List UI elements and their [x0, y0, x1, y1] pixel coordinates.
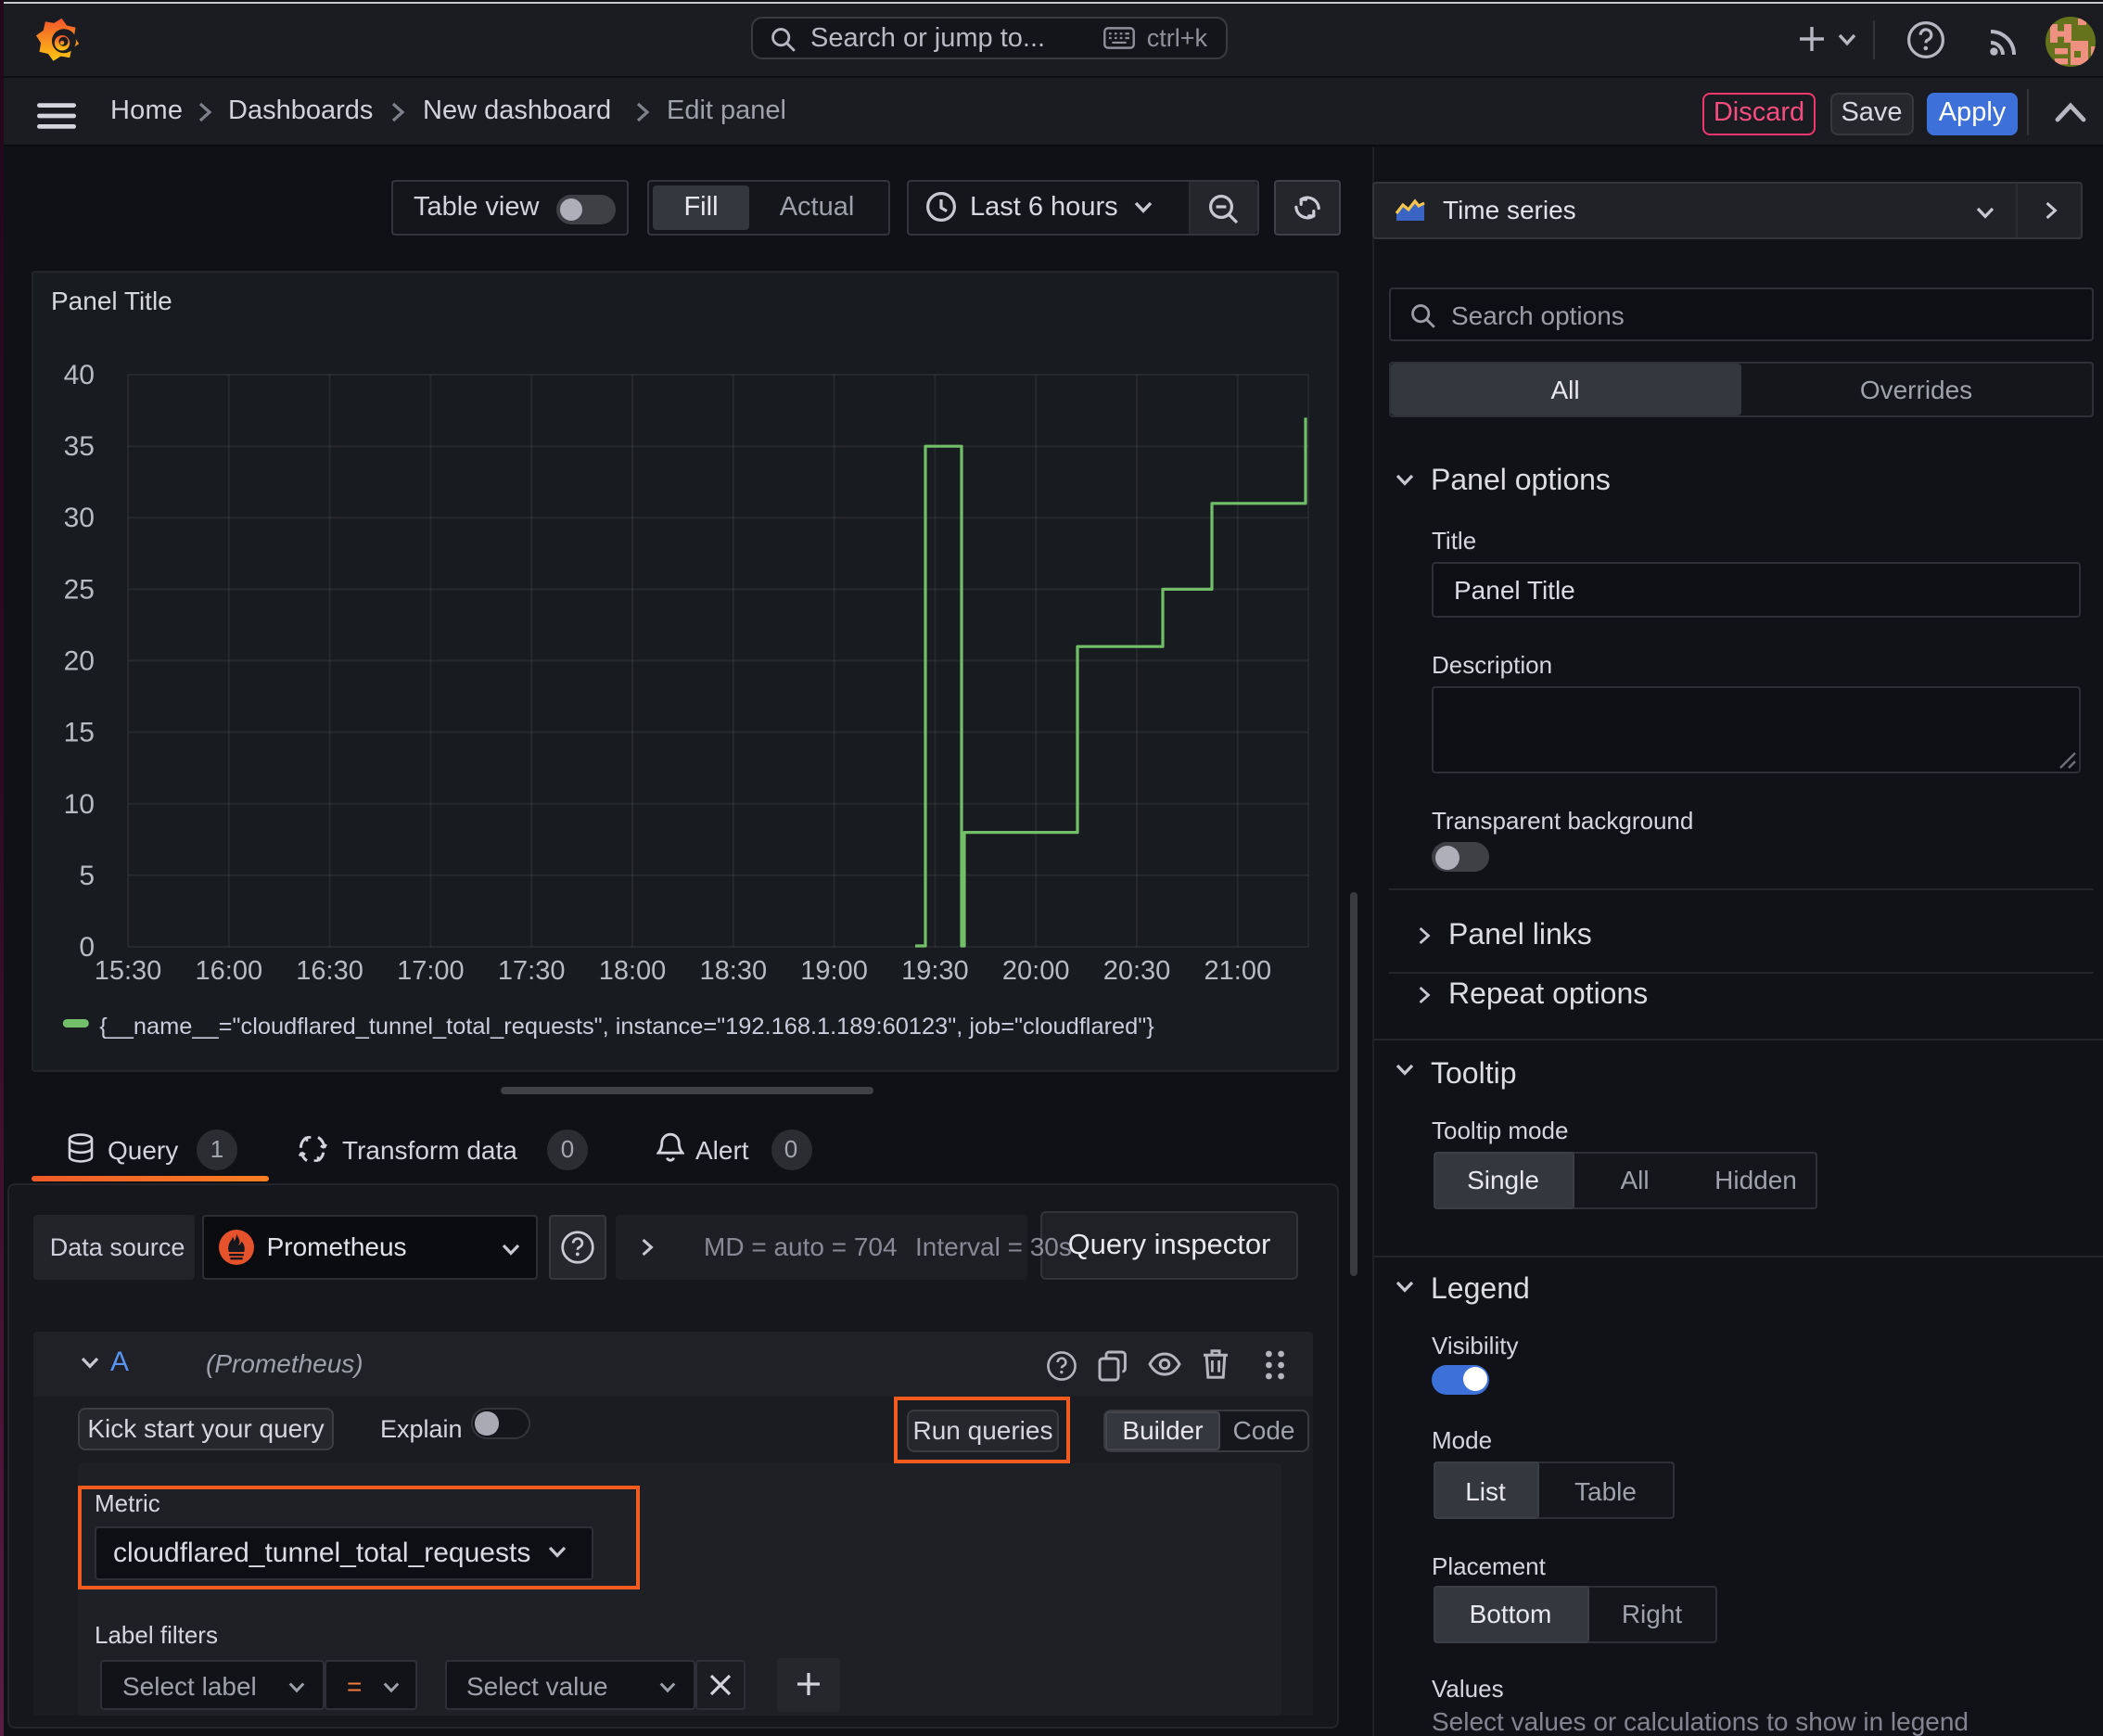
svg-text:19:30: 19:30 [900, 955, 968, 985]
svg-text:15:30: 15:30 [94, 955, 161, 985]
svg-text:20:00: 20:00 [1001, 955, 1069, 985]
svg-text:21:00: 21:00 [1204, 955, 1271, 985]
svg-text:16:00: 16:00 [195, 955, 262, 985]
svg-text:20: 20 [63, 645, 94, 675]
svg-text:15: 15 [63, 717, 94, 747]
svg-text:20:30: 20:30 [1102, 955, 1170, 985]
svg-text:40: 40 [63, 359, 94, 389]
svg-text:16:30: 16:30 [295, 955, 363, 985]
svg-text:25: 25 [63, 573, 94, 604]
svg-text:35: 35 [63, 430, 94, 461]
svg-text:18:00: 18:00 [598, 955, 666, 985]
svg-text:19:00: 19:00 [799, 955, 867, 985]
svg-text:17:00: 17:00 [396, 955, 464, 985]
svg-text:18:30: 18:30 [699, 955, 767, 985]
svg-text:10: 10 [63, 788, 94, 819]
svg-text:17:30: 17:30 [497, 955, 565, 985]
svg-text:30: 30 [63, 502, 94, 532]
svg-text:{__name__="cloudflared_tunnel_: {__name__="cloudflared_tunnel_total_requ… [98, 1013, 1153, 1039]
svg-text:0: 0 [78, 931, 94, 962]
svg-text:5: 5 [78, 860, 94, 890]
